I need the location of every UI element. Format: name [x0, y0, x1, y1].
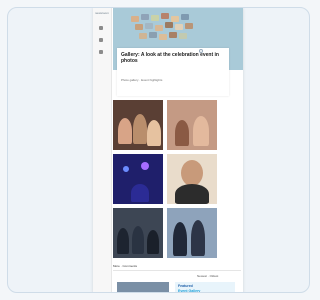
comment-icon[interactable]	[99, 38, 103, 42]
promo-banner[interactable]: Featured Event Gallery	[175, 282, 235, 293]
headline-card: Gallery: A look at the celebration event…	[117, 48, 229, 96]
site-brand[interactable]: newsroom	[95, 11, 109, 15]
gallery-photo[interactable]	[113, 208, 163, 258]
hero-tile	[151, 15, 159, 21]
share-icon[interactable]	[99, 26, 103, 30]
related-image[interactable]	[117, 282, 169, 292]
hero-tile	[165, 22, 173, 28]
photo-grid	[113, 100, 243, 260]
comments-heading: More · Comments	[113, 264, 138, 268]
comments-sort[interactable]: Newest · Oldest	[197, 274, 218, 278]
hero-tile	[175, 24, 183, 30]
hero-tile	[145, 23, 153, 29]
gallery-photo[interactable]	[167, 208, 217, 258]
hero-tile	[159, 34, 167, 40]
side-toolbar: newsroom	[93, 8, 112, 292]
gallery-photo[interactable]	[167, 154, 217, 204]
gallery-photo[interactable]	[113, 100, 163, 150]
gallery-photo[interactable]	[167, 100, 217, 150]
article-page: newsroom Gallery: A look at the celebrat…	[93, 8, 243, 293]
hero-tile	[141, 14, 149, 20]
divider	[113, 270, 241, 271]
article-meta: Photo gallery · Event highlights	[121, 78, 163, 82]
bookmark-icon[interactable]	[99, 50, 103, 54]
gallery-photo[interactable]	[113, 154, 163, 204]
hero-tile	[181, 14, 189, 20]
hero-tile	[139, 33, 147, 39]
banner-line1: Featured	[178, 284, 193, 288]
hero-tile	[169, 32, 177, 38]
hero-tile	[185, 23, 193, 29]
hero-tile	[155, 25, 163, 31]
banner-line2: Event Gallery	[178, 289, 201, 293]
hero-tile	[135, 24, 143, 30]
hero-tile	[131, 16, 139, 22]
hero-tile	[179, 33, 187, 39]
hero-tile	[149, 32, 157, 38]
article-headline: Gallery: A look at the celebration event…	[121, 52, 219, 64]
preview-card: newsroom Gallery: A look at the celebrat…	[7, 7, 310, 293]
hero-tile	[161, 13, 169, 19]
share-circle-icon[interactable]	[199, 49, 203, 53]
